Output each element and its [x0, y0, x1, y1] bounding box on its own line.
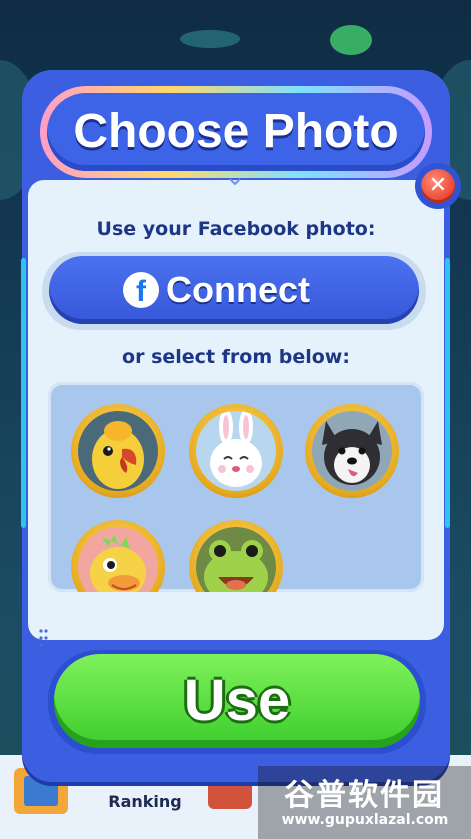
dialog-side-rail-right [445, 258, 450, 528]
bunny-icon [196, 411, 276, 491]
drag-dots-icon [39, 629, 48, 647]
watermark-brand: 谷普软件园 [284, 778, 444, 813]
husky-avatar[interactable] [305, 404, 399, 498]
dialog-title: Choose Photo [73, 105, 399, 158]
facebook-icon-glyph[interactable]: f [123, 272, 159, 308]
watermark-url: www.gupuxlazal.com [281, 812, 449, 828]
background-cloud [180, 30, 240, 48]
husky-icon [312, 411, 392, 491]
close-icon[interactable]: ✕ [421, 169, 455, 203]
select-avatar-prompt: or select from below: [122, 346, 350, 368]
dragon-avatar[interactable] [71, 520, 165, 592]
facebook-photo-prompt: Use your Facebook photo: [96, 218, 376, 240]
avatar-grid [48, 382, 424, 592]
use-button-label[interactable]: Use [54, 654, 420, 748]
parrot-icon [78, 411, 158, 491]
bunny-avatar[interactable] [189, 404, 283, 498]
frog-icon [196, 527, 276, 592]
parrot-avatar[interactable] [71, 404, 165, 498]
frog-avatar[interactable] [189, 520, 283, 592]
connect-label[interactable]: Connect [166, 265, 310, 315]
dragon-icon [78, 527, 158, 592]
chevron-down-icon [229, 178, 241, 186]
dialog-side-rail-left [21, 258, 26, 528]
nav-ranking-label[interactable]: Ranking [100, 792, 190, 811]
background-ghost-character [330, 25, 372, 55]
